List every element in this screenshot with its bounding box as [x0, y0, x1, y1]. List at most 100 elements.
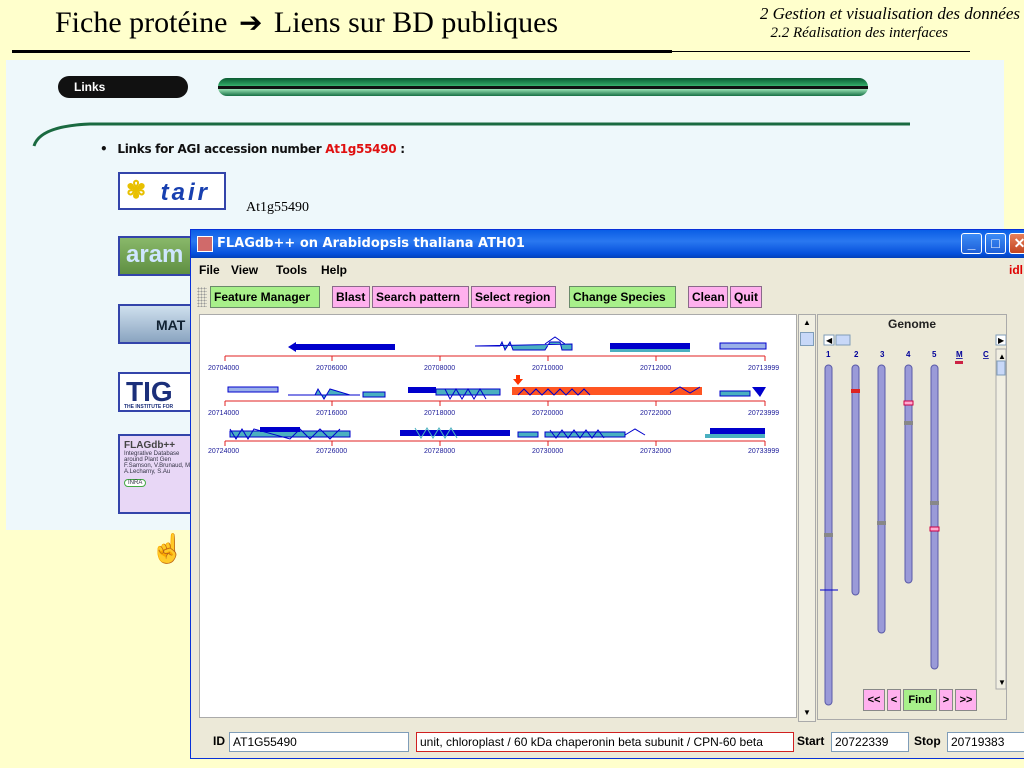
flagdb-logo-title: FLAGdb++ [124, 440, 176, 451]
genome-scroll-up-icon[interactable]: ▲ [998, 352, 1006, 361]
flagdb-logo-link[interactable]: FLAGdb++ Integrative Database around Pla… [118, 434, 198, 514]
id-label: ID [213, 734, 225, 748]
scroll-left-glyph: ◀ [826, 336, 833, 345]
gene-feature [705, 434, 765, 438]
chromosome-label-3[interactable]: 3 [880, 350, 885, 359]
start-field[interactable]: 20722339 [831, 732, 909, 752]
genome-scrollbar[interactable] [995, 348, 1006, 690]
tair-accession[interactable]: At1g55490 [246, 200, 309, 216]
gene-viewer[interactable]: 20704000 20706000 20708000 20710000 2071… [199, 314, 797, 718]
find-button[interactable]: Find [903, 689, 937, 711]
window-titlebar[interactable]: FLAGdb++ on Arabidopsis thaliana ATH01 _… [191, 230, 1024, 258]
gene-feature[interactable] [719, 390, 751, 397]
tick-label: 20724000 [208, 448, 239, 455]
maximize-button[interactable]: □ [985, 233, 1006, 254]
agi-number[interactable]: At1g55490 [325, 142, 396, 156]
chromosome-4[interactable] [904, 364, 913, 584]
tick-label: 20730000 [532, 448, 563, 455]
select-region-button[interactable]: Select region [471, 286, 556, 308]
decorative-band [218, 78, 868, 96]
quit-button[interactable]: Quit [730, 286, 762, 308]
gene-feature[interactable] [710, 428, 765, 434]
links-section-header: Links [58, 76, 870, 98]
centromere [877, 521, 886, 525]
menu-help[interactable]: Help [321, 260, 347, 280]
last-button[interactable]: >> [955, 689, 977, 711]
mips-logo-link[interactable]: MAT [118, 304, 198, 344]
first-button[interactable]: << [863, 689, 885, 711]
track-1: 20704000 20706000 20708000 20710000 2071… [208, 336, 779, 372]
gene-feature[interactable] [610, 343, 690, 349]
chromosome-label-2[interactable]: 2 [854, 350, 859, 359]
centromere [930, 501, 939, 505]
genome-label: Genome [887, 317, 936, 331]
clean-button[interactable]: Clean [688, 286, 728, 308]
scroll-down-icon[interactable]: ▼ [800, 706, 814, 720]
aramemnon-logo-link[interactable]: aram [118, 236, 198, 276]
current-position-marker [851, 389, 860, 393]
gene-feature[interactable] [288, 387, 360, 400]
change-species-button[interactable]: Change Species [569, 286, 676, 308]
description-field[interactable]: unit, chloroplast / 60 kDa chaperonin be… [416, 732, 794, 752]
chromosome-label-4[interactable]: 4 [906, 350, 911, 359]
status-indicator: idl [1009, 263, 1023, 277]
scroll-thumb[interactable] [800, 332, 814, 346]
tick-label: 20704000 [208, 365, 239, 372]
stop-field[interactable]: 20719383 [947, 732, 1024, 752]
previous-button[interactable]: < [887, 689, 901, 711]
gene-feature[interactable] [474, 340, 573, 352]
flower-icon: ✾ [126, 177, 150, 204]
window-title: FLAGdb++ on Arabidopsis thaliana ATH01 [217, 236, 525, 251]
close-button[interactable]: ✕ [1009, 233, 1024, 254]
toolbar-grip[interactable] [197, 287, 207, 307]
scroll-up-icon[interactable]: ▲ [800, 316, 814, 330]
section-underline [672, 51, 970, 52]
tick-label: 20732000 [640, 448, 671, 455]
tick-label: 20712000 [640, 365, 671, 372]
next-button[interactable]: > [939, 689, 953, 711]
search-pattern-button[interactable]: Search pattern [372, 286, 469, 308]
chromosome-label-c[interactable]: C [983, 350, 989, 359]
chromosome-3[interactable] [877, 364, 886, 634]
viewer-scrollbar[interactable]: ▲ ▼ [798, 314, 816, 722]
tick-marks [224, 401, 766, 406]
chromosome-m-marker [955, 361, 963, 364]
chromosome-2[interactable] [851, 364, 860, 596]
tick-label: 20718000 [424, 410, 455, 417]
minimize-button[interactable]: _ [961, 233, 982, 254]
chromosome-feature-marker [903, 400, 914, 406]
genome-scroll-down-icon[interactable]: ▼ [998, 678, 1006, 687]
menu-tools[interactable]: Tools [276, 260, 307, 280]
gene-feature[interactable] [719, 342, 767, 350]
gene-feature [288, 342, 296, 352]
tick-label: 20728000 [424, 448, 455, 455]
tair-logo-text: tair [160, 179, 210, 206]
tick-label: 20710000 [532, 365, 563, 372]
menu-view[interactable]: View [231, 260, 258, 280]
gene-feature[interactable] [295, 344, 395, 350]
tair-logo-link[interactable]: ✾ tair [118, 172, 226, 210]
links-prefix: Links for AGI accession number [117, 142, 322, 156]
menu-file[interactable]: File [199, 260, 220, 280]
selected-gene-marker [513, 375, 523, 385]
tick-label: 20716000 [316, 410, 347, 417]
chromosome-map: ◀ ▶ 1 2 3 4 5 M C ▲ ▼ [820, 334, 1006, 706]
blast-button[interactable]: Blast [332, 286, 370, 308]
chromosome-label-1[interactable]: 1 [826, 350, 831, 359]
tigr-logo-text: TIG [126, 376, 173, 407]
track-3: 20724000 20726000 20728000 20730000 2073… [208, 427, 779, 455]
gene-feature[interactable] [227, 386, 279, 393]
chromosome-label-5[interactable]: 5 [932, 350, 937, 359]
tigr-logo-link[interactable]: TIG THE INSTITUTE FOR [118, 372, 198, 412]
feature-manager-button[interactable]: Feature Manager [210, 286, 320, 308]
flagdb-logo-line4: A.Lecharny, S.Au [124, 469, 171, 475]
chromosome-5[interactable] [930, 364, 939, 670]
tick-marks [224, 356, 766, 361]
id-field[interactable]: AT1G55490 [229, 732, 409, 752]
links-header-label: Links [58, 76, 188, 98]
right-arrow-icon: ➔ [238, 8, 263, 39]
gene-feature[interactable] [408, 387, 436, 393]
genome-scroll-thumb[interactable] [996, 360, 1006, 376]
chromosome-label-m[interactable]: M [956, 350, 963, 359]
h-scroll-thumb[interactable] [835, 334, 851, 346]
